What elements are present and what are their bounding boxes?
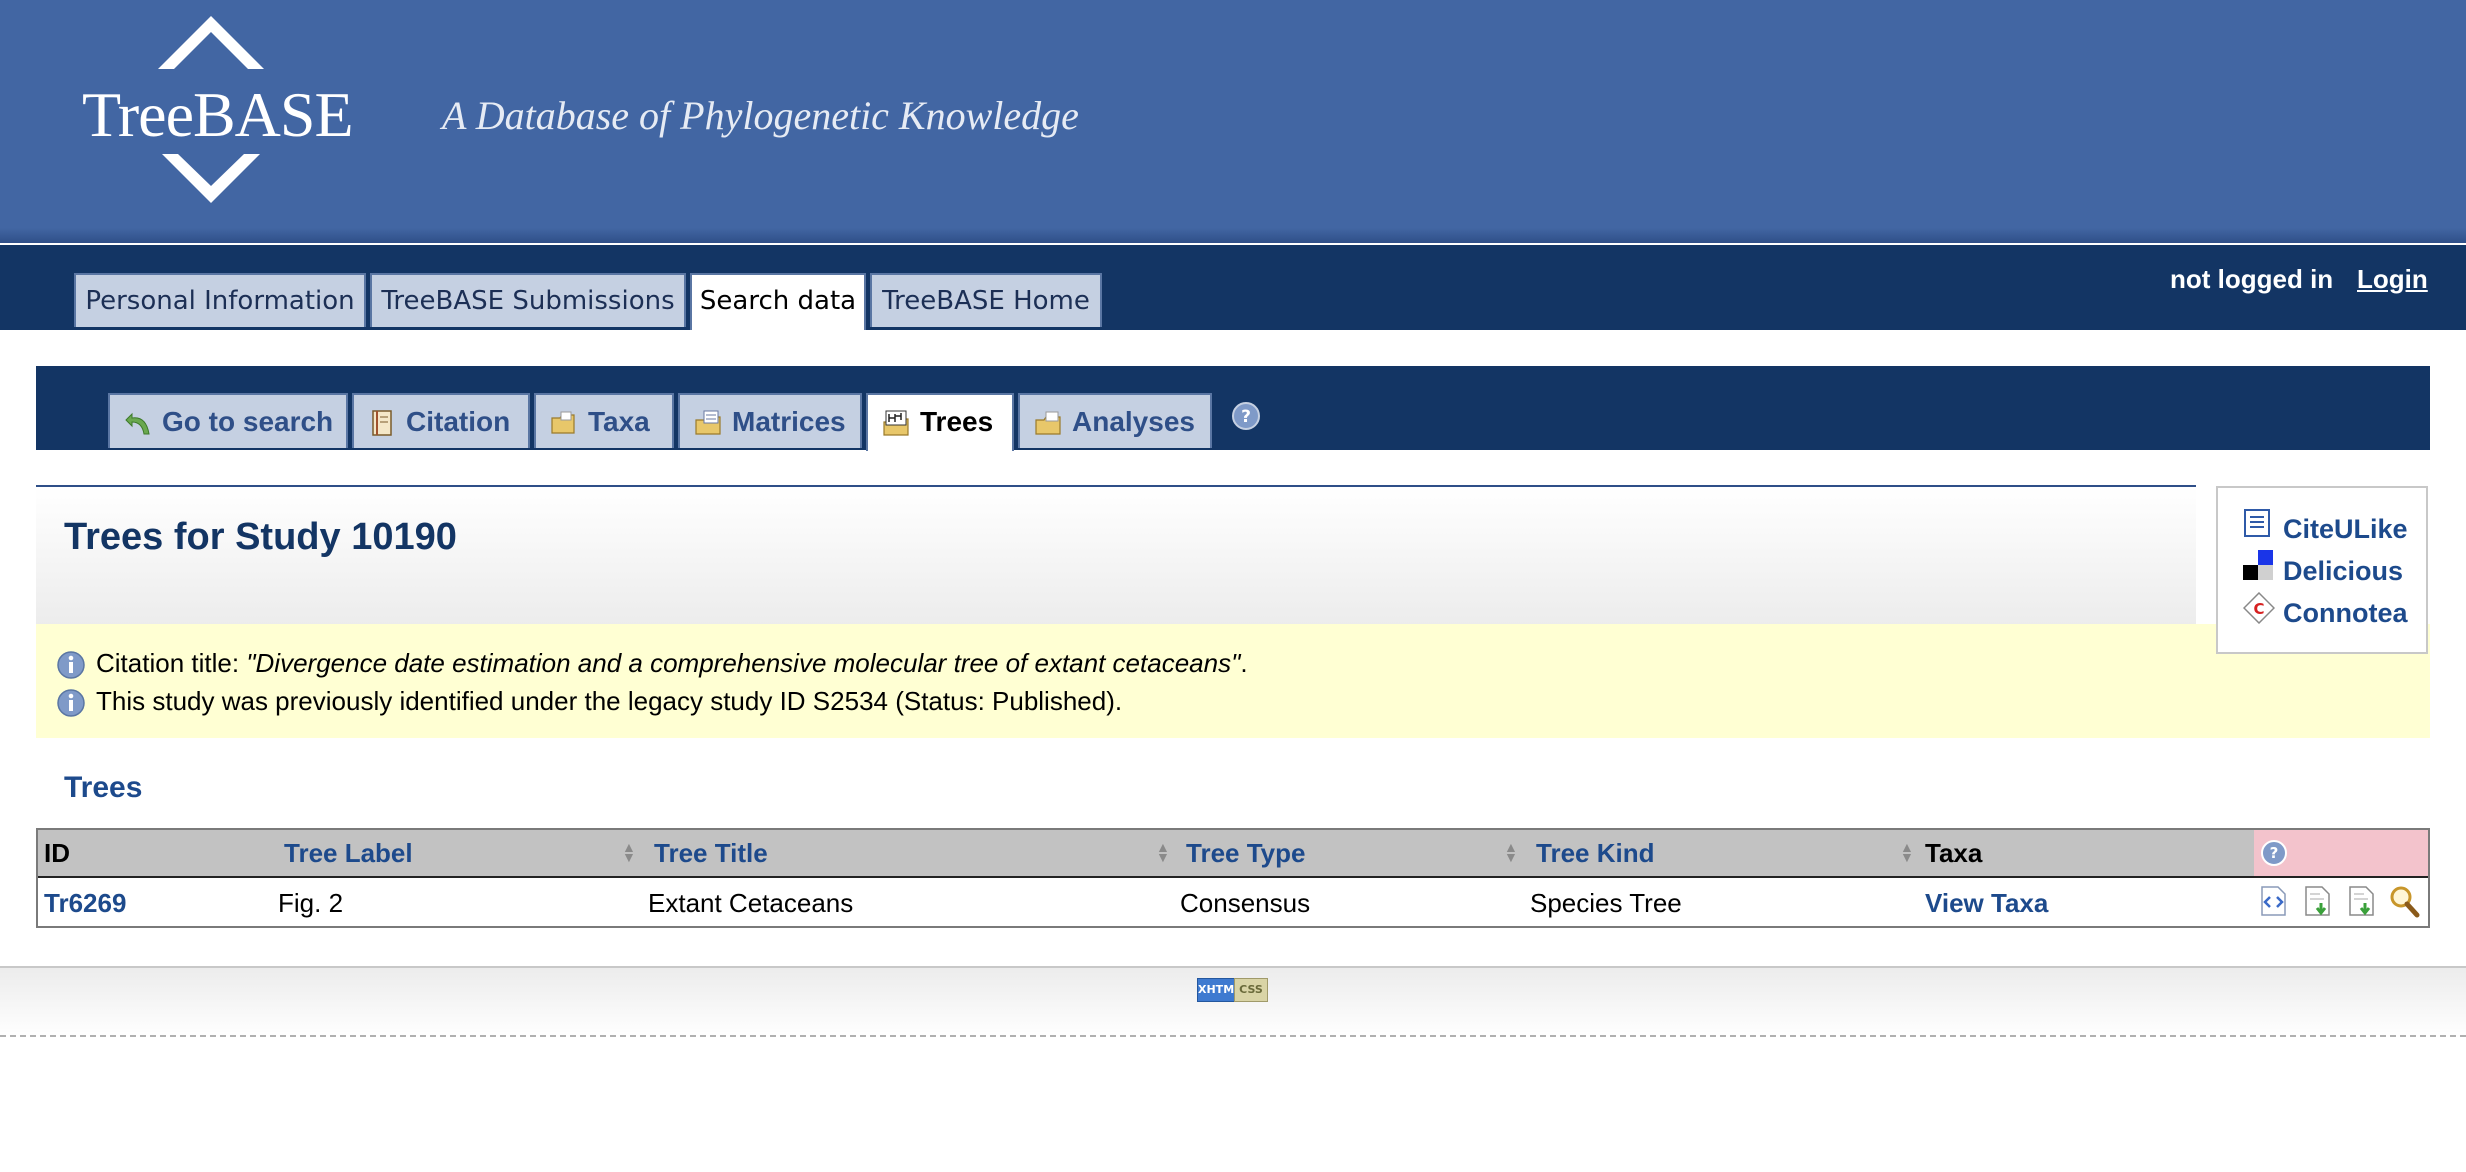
sort-arrows-icon[interactable]: ▲ ▼ [1504, 840, 1518, 864]
connotea-icon[interactable]: C [2243, 592, 2275, 624]
citeulike-link[interactable]: CiteULike [2283, 514, 2408, 545]
tab-citation[interactable]: Citation [352, 393, 530, 448]
help-icon[interactable]: ? [1231, 401, 1261, 431]
css-valid-badge[interactable]: CSS [1234, 978, 1268, 1002]
notice-suffix: . [1240, 648, 1248, 678]
tab-go-to-search[interactable]: Go to search [108, 393, 348, 448]
site-header [0, 0, 2466, 243]
sort-arrows-icon[interactable]: ▲ ▼ [622, 840, 636, 864]
header-shade [0, 228, 2466, 243]
tree-id-link[interactable]: Tr6269 [44, 888, 126, 919]
sort-arrows-icon[interactable]: ▲ ▼ [1900, 840, 1914, 864]
connotea-link[interactable]: Connotea [2283, 598, 2408, 629]
download-nexml-icon[interactable] [2346, 884, 2378, 918]
login-link[interactable]: Login [2357, 264, 2428, 295]
column-header-tree-kind[interactable]: Tree Kind [1536, 838, 1654, 869]
page-title: Trees for Study 10190 [64, 516, 457, 558]
tab-personal-information[interactable]: Personal Information [74, 273, 366, 327]
xhtml-valid-badge[interactable]: XHTML [1197, 978, 1241, 1002]
site-tagline: A Database of Phylogenetic Knowledge [442, 93, 1079, 138]
tree-kind-cell: Species Tree [1530, 888, 1682, 918]
citeulike-icon[interactable] [2243, 508, 2273, 538]
delicious-icon[interactable] [2243, 550, 2273, 580]
citation-title: "Divergence date estimation and a compre… [246, 648, 1241, 678]
folder-icon [1035, 411, 1061, 435]
tab-treebase-submissions[interactable]: TreeBASE Submissions [370, 273, 686, 327]
tab-trees[interactable]: Trees [866, 393, 1014, 451]
tab-label: Trees [920, 406, 994, 437]
info-icon [57, 689, 85, 717]
tab-analyses[interactable]: Analyses [1018, 393, 1212, 448]
footer-divider [0, 1035, 2466, 1037]
logo-text: TreeBASE [82, 79, 354, 150]
legacy-id-notice: This study was previously identified und… [96, 686, 1123, 716]
download-nexus-icon[interactable] [2302, 884, 2334, 918]
tab-search-data[interactable]: Search data [690, 273, 866, 330]
back-arrow-icon [125, 412, 150, 435]
sort-arrows-icon[interactable]: ▲ ▼ [1156, 840, 1170, 864]
tab-label: Citation [406, 406, 511, 437]
citation-title-notice: Citation title: "Divergence date estimat… [96, 648, 1248, 679]
tree-label-cell: Fig. 2 [278, 888, 344, 918]
column-header-tree-label[interactable]: Tree Label [284, 838, 413, 869]
view-taxa-link[interactable]: View Taxa [1925, 888, 2048, 919]
tab-label: Taxa [588, 406, 650, 437]
tab-label: Go to search [162, 406, 334, 437]
folder-icon [551, 411, 575, 434]
column-header-tree-type[interactable]: Tree Type [1186, 838, 1305, 869]
help-icon[interactable]: ? [2259, 838, 2289, 868]
svg-text:?: ? [1241, 407, 1251, 427]
notice-box [36, 624, 2430, 738]
tab-treebase-home[interactable]: TreeBASE Home [870, 273, 1102, 327]
tab-label: Analyses [1072, 406, 1195, 437]
svg-text:?: ? [2270, 844, 2279, 862]
tree-title-cell: Extant Cetaceans [648, 888, 854, 918]
matrix-icon [695, 410, 721, 435]
notebook-icon [372, 410, 392, 436]
tree-type-cell: Consensus [1180, 888, 1311, 918]
column-header-tree-title[interactable]: Tree Title [654, 838, 768, 869]
info-icon [57, 651, 85, 679]
footer [0, 966, 2466, 1038]
notice-prefix: Citation title: [96, 648, 247, 678]
delicious-link[interactable]: Delicious [2283, 556, 2403, 587]
view-tree-icon[interactable] [2258, 884, 2290, 918]
column-header-taxa: Taxa [1925, 838, 1983, 868]
tab-label: Matrices [732, 406, 846, 437]
login-status-text: not logged in [2170, 264, 2334, 294]
svg-text:C: C [2253, 600, 2264, 618]
tab-taxa[interactable]: Taxa [534, 393, 674, 448]
section-heading-trees: Trees [64, 771, 143, 804]
search-icon[interactable] [2388, 884, 2420, 918]
column-header-id: ID [44, 838, 70, 868]
tree-icon [883, 410, 909, 436]
tab-matrices[interactable]: Matrices [678, 393, 862, 448]
